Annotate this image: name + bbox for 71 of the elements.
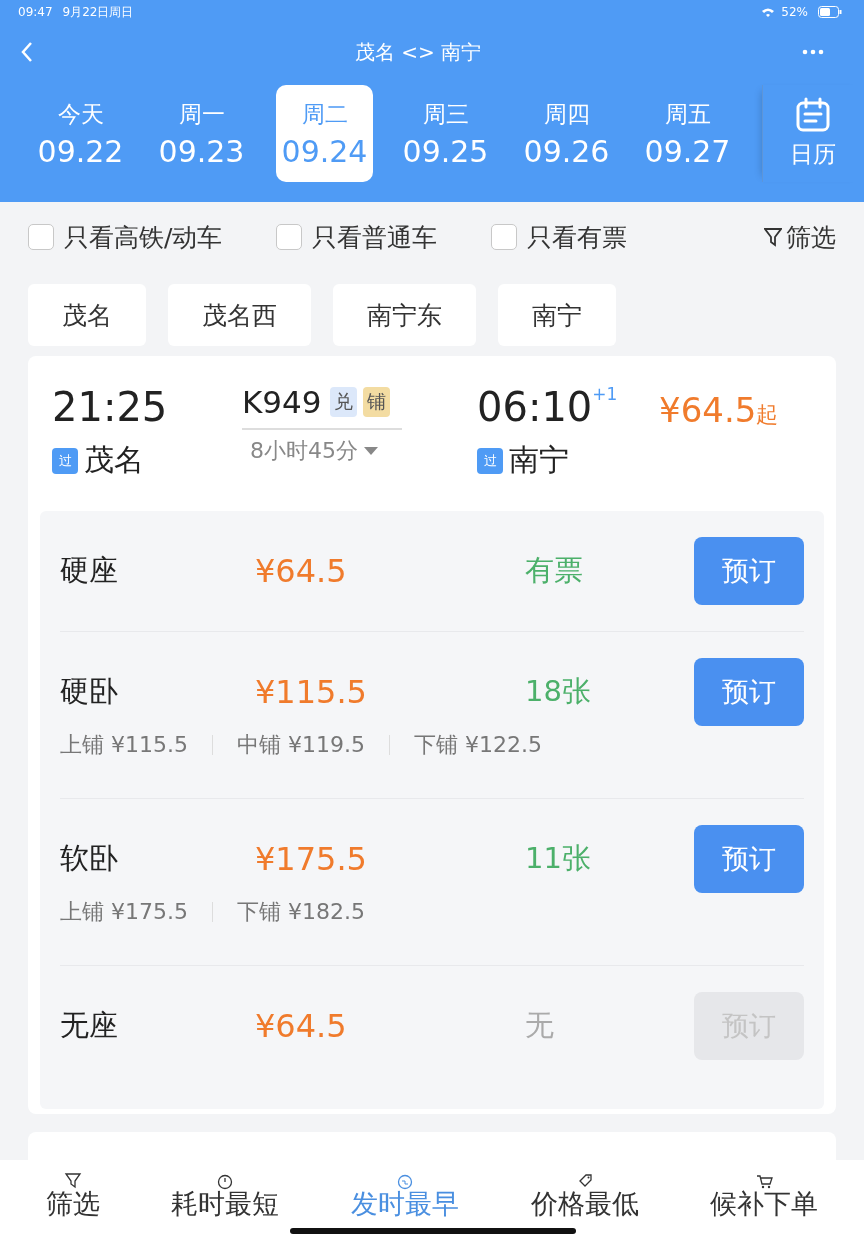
checkbox-label[interactable]: 只看高铁/动车 [64, 220, 223, 254]
sort-tab[interactable]: 价格最低 [530, 1172, 639, 1222]
battery-level: 52% [781, 5, 808, 19]
status-time: 09:47 [18, 5, 53, 19]
departure-time: 21:25 [52, 384, 169, 430]
date-tab[interactable]: 周五 09.27 [629, 85, 746, 182]
filter-button[interactable]: 筛选 [764, 220, 836, 254]
ticket-availability: 有票 [525, 552, 584, 589]
date-tab[interactable]: 周四 09.26 [508, 85, 625, 182]
berth-price: 下铺 ¥182.5 [237, 898, 365, 926]
book-button[interactable]: 预订 [694, 825, 804, 893]
checkbox[interactable] [276, 224, 303, 250]
seat-price: ¥115.5 [255, 673, 368, 711]
arrival-time: 06:10 [477, 384, 593, 430]
station-name: 南宁 [509, 441, 569, 479]
berth-price: 上铺 ¥175.5 [60, 898, 188, 926]
lowest-price: ¥64.5 [659, 390, 757, 430]
back-icon[interactable] [20, 41, 34, 63]
date-tab[interactable]: 周一 09.23 [143, 85, 260, 182]
clock-icon [396, 1172, 414, 1190]
station-chip[interactable]: 南宁东 [333, 284, 476, 346]
duration-toggle[interactable]: 8小时45分 [250, 436, 378, 466]
checkbox[interactable] [491, 224, 518, 250]
pass-badge: 过 [52, 447, 78, 474]
wifi-icon [761, 7, 776, 17]
train-tag: 铺 [362, 387, 390, 417]
price-suffix: 起 [756, 401, 779, 429]
date-tab[interactable]: 周三 09.25 [387, 85, 504, 182]
date-tab[interactable]: 周二 09.24 [276, 85, 373, 182]
sort-tab[interactable]: 耗时最短 [171, 1172, 280, 1222]
train-number: K949 [242, 384, 322, 420]
pass-badge: 过 [477, 447, 503, 474]
seat-class: 软卧 [60, 840, 119, 877]
seat-price: ¥64.5 [255, 552, 348, 590]
station-chip[interactable]: 南宁 [498, 284, 616, 346]
ticket-availability: 18张 [525, 673, 592, 710]
battery-icon [818, 6, 842, 18]
ticket-availability: 无 [525, 1007, 555, 1044]
timer-icon [216, 1172, 235, 1190]
seat-class: 硬卧 [60, 673, 119, 710]
berth-price: 下铺 ¥122.5 [413, 731, 542, 759]
day-offset: +1 [592, 384, 618, 404]
sort-tab[interactable]: 候补下单 [710, 1172, 819, 1222]
berth-price: 中铺 ¥119.5 [237, 731, 365, 759]
book-button[interactable]: 预订 [694, 537, 804, 605]
ticket-availability: 11张 [525, 840, 592, 877]
station-name: 茂名 [84, 441, 144, 479]
station-chip[interactable]: 茂名 [28, 284, 146, 346]
book-button[interactable]: 预订 [694, 658, 804, 726]
route-title: 茂名 <> 南宁 [354, 38, 482, 66]
funnel-icon [63, 1172, 82, 1190]
cart-icon [755, 1172, 774, 1190]
checkbox[interactable] [28, 224, 54, 250]
sort-tab[interactable]: 发时最早 [351, 1172, 459, 1222]
train-tag: 兑 [329, 387, 357, 417]
seat-price: ¥64.5 [255, 1007, 348, 1045]
station-chip[interactable]: 茂名西 [168, 284, 311, 346]
seat-price: ¥175.5 [255, 840, 368, 878]
berth-price: 上铺 ¥115.5 [60, 731, 188, 759]
calendar-button[interactable]: 日历 [762, 85, 863, 182]
caret-icon [364, 446, 378, 456]
status-date: 9月22日周日 [62, 3, 134, 21]
calendar-icon [795, 97, 831, 133]
sort-tab[interactable]: 筛选 [45, 1172, 100, 1222]
date-tab[interactable]: 今天 09.22 [22, 85, 139, 182]
more-icon[interactable] [802, 49, 824, 55]
seat-class: 无座 [60, 1007, 119, 1044]
checkbox-label[interactable]: 只看有票 [527, 220, 628, 254]
funnel-icon [764, 227, 782, 247]
seat-class: 硬座 [60, 552, 119, 589]
checkbox-label[interactable]: 只看普通车 [312, 220, 438, 254]
